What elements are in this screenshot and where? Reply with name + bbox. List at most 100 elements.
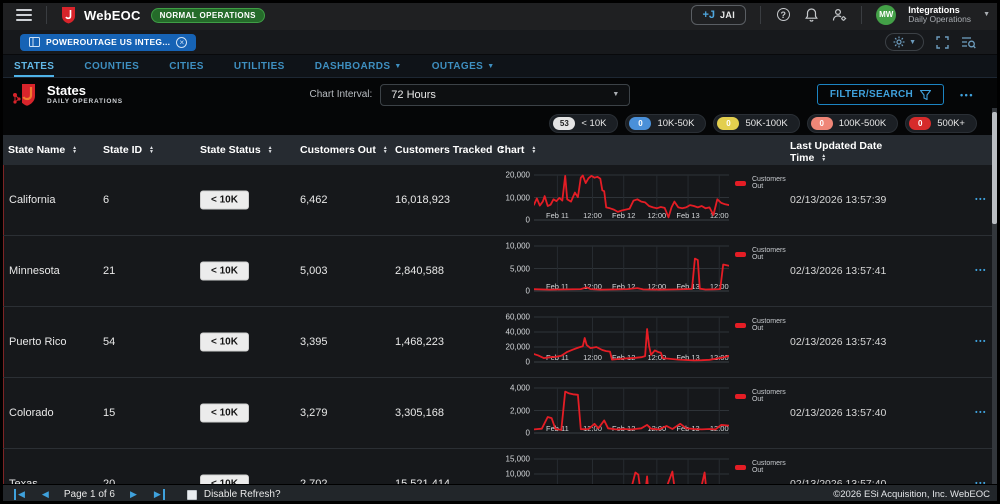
notifications-bell-icon[interactable] (803, 7, 819, 23)
divider (760, 6, 761, 24)
state-status-cell: < 10K (200, 262, 249, 281)
table-row-california[interactable]: California6< 10K6,46216,018,92320,00010,… (0, 165, 1000, 236)
last-page-icon[interactable]: ▶ (152, 489, 165, 500)
page-more-menu[interactable]: ••• (960, 90, 974, 100)
column-label: Customers Tracked (395, 144, 492, 156)
legend-pill-10k[interactable]: 53< 10K (549, 114, 618, 133)
next-page-icon[interactable]: ▶ (128, 489, 139, 500)
column-header-customers-tracked[interactable]: Customers Tracked ▲▼ (395, 144, 504, 156)
row-actions-menu[interactable]: ••• (975, 339, 987, 346)
filter-search-button[interactable]: FILTER/SEARCH (817, 84, 944, 105)
board-tab-poweroutage[interactable]: POWEROUTAGE US INTEG... × (20, 34, 196, 51)
disable-refresh-control[interactable]: Disable Refresh? (187, 489, 281, 500)
tab-cities[interactable]: CITIES (169, 61, 204, 77)
filter-funnel-icon (920, 90, 931, 100)
previous-page-icon[interactable]: ◀ (40, 489, 51, 500)
legend-series-swatch (735, 394, 746, 399)
table-body: California6< 10K6,46216,018,92320,00010,… (0, 165, 1000, 484)
row-actions-menu[interactable]: ••• (975, 410, 987, 417)
jai-icon: +J (702, 9, 715, 21)
avatar[interactable]: MW (876, 5, 896, 25)
legend-pill-10k-50k[interactable]: 010K-50K (625, 114, 706, 133)
state-status-badge[interactable]: < 10K (200, 262, 249, 281)
sort-icon: ▲▼ (821, 154, 826, 162)
fullscreen-icon[interactable] (936, 36, 949, 49)
table-row-puerto-rico[interactable]: Puerto Rico54< 10K3,3951,468,22360,00040… (0, 307, 1000, 378)
svg-text:12:00: 12:00 (583, 211, 602, 220)
row-chart: 4,0002,0000Feb 1112:00Feb 1212:00Feb 131… (497, 378, 787, 448)
page-subtitle: DAILY OPERATIONS (47, 98, 123, 105)
legend-pill-500k[interactable]: 0 500K+ (905, 114, 977, 133)
chart-interval-select[interactable]: 72 Hours ▼ (380, 84, 630, 106)
table-row-colorado[interactable]: Colorado15< 10K3,2793,305,1684,0002,0000… (0, 378, 1000, 449)
tab-states[interactable]: STATES (14, 61, 54, 77)
state-status-badge[interactable]: < 10K (200, 475, 249, 485)
top-bar: WebEOC NORMAL OPERATIONS +J JAI ? MW Int… (0, 0, 1000, 30)
legend-count-badge: 0 (909, 117, 931, 130)
state-status-badge[interactable]: < 10K (200, 333, 249, 352)
user-info: Integrations Daily Operations (908, 5, 971, 25)
webeoc-app: WebEOC NORMAL OPERATIONS +J JAI ? MW Int… (0, 0, 1000, 504)
board-tab-strip: POWEROUTAGE US INTEG... × ▼ (0, 30, 1000, 54)
legend-series-label: Customers Out (752, 460, 789, 474)
tab-counties[interactable]: COUNTIES (84, 61, 139, 77)
column-header-last-updated-date-time[interactable]: Last Updated Date Time ▲▼ (790, 140, 908, 164)
column-header-state-id[interactable]: State ID ▲▼ (103, 144, 154, 156)
board-settings-button[interactable]: ▼ (885, 33, 924, 51)
footer-bar: ◀ ◀ Page 1 of 6 ▶ ▶ Disable Refresh? ©20… (0, 484, 1000, 504)
vertical-scrollbar[interactable] (992, 108, 997, 484)
column-label: Customers Out (300, 144, 376, 156)
table-header: State Name ▲▼ State ID ▲▼ State Status ▲▼ C… (0, 135, 1000, 165)
view-tabs: STATES COUNTIES CITIES UTILITIES DASHBOARDS▼… (0, 54, 1000, 78)
close-tab-icon[interactable]: × (176, 37, 187, 48)
column-header-customers-out[interactable]: Customers Out ▲▼ (300, 144, 388, 156)
first-page-icon[interactable]: ◀ (14, 489, 27, 500)
help-icon[interactable]: ? (775, 7, 791, 23)
brand-title: WebEOC (84, 8, 141, 23)
chart-y-axis-labels: 4,0002,0000 (497, 378, 530, 448)
table-row-minnesota[interactable]: Minnesota21< 10K5,0032,840,58810,0005,00… (0, 236, 1000, 307)
svg-text:Feb 12: Feb 12 (612, 211, 635, 220)
legend-pill-100k-500k[interactable]: 0100K-500K (807, 114, 899, 133)
tab-label: COUNTIES (84, 61, 139, 72)
search-board-icon[interactable] (961, 36, 976, 49)
tab-label: STATES (14, 61, 54, 72)
sort-icon: ▲▼ (149, 146, 154, 154)
customers-out: 6,462 (300, 194, 328, 206)
user-menu-caret-icon[interactable]: ▼ (983, 11, 990, 18)
last-updated: 02/13/2026 13:57:40 (790, 407, 886, 419)
disable-refresh-label: Disable Refresh? (204, 489, 281, 500)
state-name: California (9, 194, 55, 206)
status-badge: NORMAL OPERATIONS (151, 8, 265, 23)
state-status-badge[interactable]: < 10K (200, 191, 249, 210)
user-admin-icon[interactable] (831, 7, 847, 23)
customers-tracked: 16,018,923 (395, 194, 450, 206)
disable-refresh-checkbox[interactable] (187, 490, 197, 500)
legend-label: 500K+ (937, 118, 965, 129)
row-actions-menu[interactable]: ••• (975, 197, 987, 204)
state-status-cell: < 10K (200, 333, 249, 352)
daily-operations-logo-icon (12, 83, 38, 107)
legend-series-swatch (735, 181, 746, 186)
scrollbar-thumb[interactable] (992, 112, 997, 224)
tab-outages[interactable]: OUTAGES▼ (432, 61, 495, 77)
chart-legend: Customers Out (735, 460, 789, 474)
tab-utilities[interactable]: UTILITIES (234, 61, 285, 77)
legend-count-badge: 53 (553, 117, 575, 130)
hamburger-menu-icon[interactable] (16, 9, 32, 21)
tab-label: DASHBOARDS (315, 61, 391, 72)
column-header-state-status[interactable]: State Status ▲▼ (200, 144, 273, 156)
sort-icon: ▲▼ (531, 146, 536, 154)
legend-pill-50k-100k[interactable]: 050K-100K (713, 114, 799, 133)
tab-label: UTILITIES (234, 61, 285, 72)
tab-label: CITIES (169, 61, 204, 72)
row-actions-menu[interactable]: ••• (975, 268, 987, 275)
tab-dashboards[interactable]: DASHBOARDS▼ (315, 61, 402, 77)
jai-button[interactable]: +J JAI (691, 5, 746, 25)
last-updated: 02/13/2026 13:57:43 (790, 336, 886, 348)
column-header-chart[interactable]: Chart ▲▼ (497, 144, 536, 156)
state-status-badge[interactable]: < 10K (200, 404, 249, 423)
table-row-texas[interactable]: Texas20< 10K2,70215,521,41415,00010,0005… (0, 449, 1000, 484)
legend-series-swatch (735, 465, 746, 470)
column-header-state-name[interactable]: State Name ▲▼ (8, 144, 77, 156)
